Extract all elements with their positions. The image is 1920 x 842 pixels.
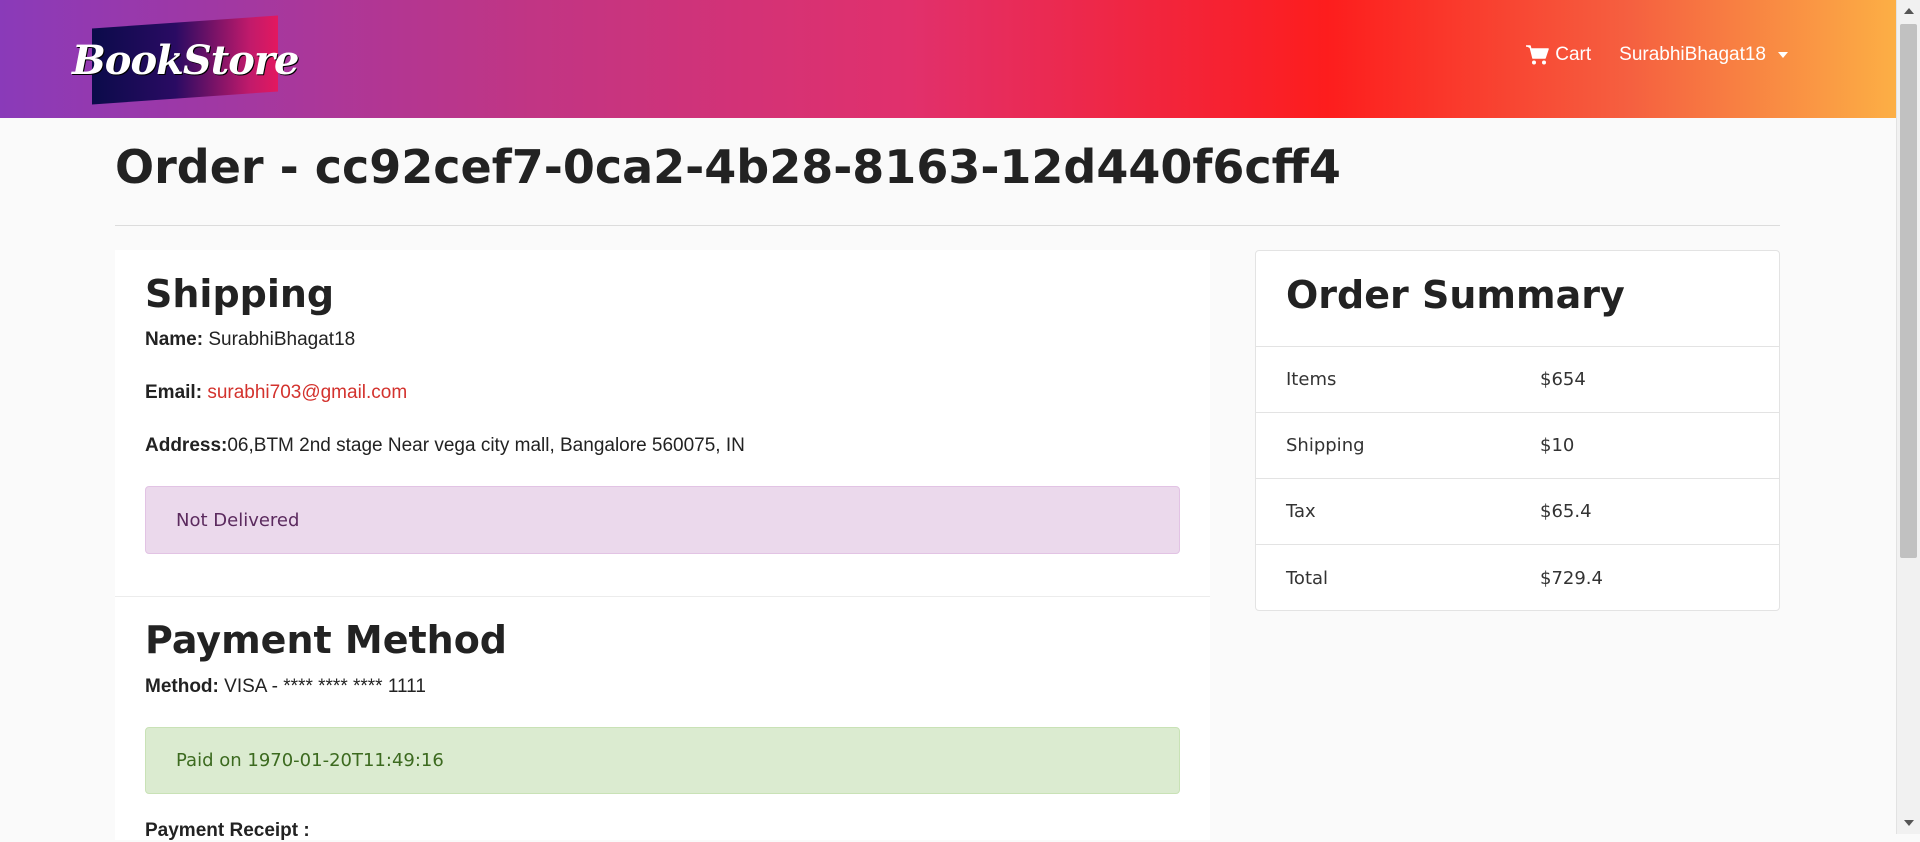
- order-summary-card: Order Summary Items $654 Shipping $10 Ta…: [1255, 250, 1780, 611]
- paid-status-alert: Paid on 1970-01-20T11:49:16: [145, 727, 1180, 794]
- summary-row-shipping: Shipping $10: [1256, 413, 1779, 479]
- summary-label: Items: [1286, 369, 1337, 390]
- email-label: Email:: [145, 382, 203, 403]
- order-details-card: Shipping Name: SurabhiBhagat18 Email: su…: [115, 250, 1210, 842]
- shipping-name: Name: SurabhiBhagat18: [145, 329, 355, 351]
- scrollbar-thumb[interactable]: [1900, 24, 1917, 558]
- address-value: 06,BTM 2nd stage Near vega city mall, Ba…: [227, 435, 745, 456]
- shipping-email: Email: surabhi703@gmail.com: [145, 382, 407, 404]
- summary-value: $729.4: [1540, 567, 1603, 589]
- summary-label: Total: [1286, 567, 1329, 589]
- summary-label: Shipping: [1286, 435, 1365, 456]
- summary-value: $65.4: [1540, 501, 1592, 522]
- address-label: Address:: [145, 435, 228, 456]
- name-label: Name:: [145, 329, 204, 350]
- section-divider: [115, 596, 1210, 597]
- method-value: VISA - **** **** **** 1111: [224, 676, 426, 697]
- paid-status-text: Paid on 1970-01-20T11:49:16: [176, 750, 444, 771]
- brand-name: BookStore: [71, 36, 299, 84]
- cart-label: Cart: [1555, 44, 1592, 65]
- summary-row-items: Items $654: [1256, 347, 1779, 413]
- delivery-status-alert: Not Delivered: [145, 486, 1180, 554]
- summary-value: $10: [1540, 435, 1575, 456]
- name-value: SurabhiBhagat18: [208, 329, 356, 350]
- payment-receipt: Payment Receipt :: [145, 820, 310, 842]
- scroll-down-arrow-icon[interactable]: [1904, 820, 1914, 826]
- payment-heading: Payment Method: [145, 618, 508, 662]
- order-summary-header: Order Summary: [1256, 251, 1779, 347]
- cart-link[interactable]: Cart: [1525, 44, 1591, 66]
- summary-row-tax: Tax $65.4: [1256, 479, 1779, 545]
- receipt-label: Payment Receipt :: [145, 820, 310, 841]
- chevron-down-icon: [1778, 52, 1788, 58]
- shipping-address: Address:06,BTM 2nd stage Near vega city …: [145, 435, 745, 457]
- brand-logo[interactable]: BookStore: [72, 15, 298, 105]
- shopping-cart-icon: [1526, 45, 1550, 65]
- email-link[interactable]: surabhi703@gmail.com: [207, 382, 407, 403]
- user-dropdown[interactable]: SurabhiBhagat18: [1619, 44, 1788, 66]
- order-summary-heading: Order Summary: [1286, 273, 1625, 317]
- page-scrollbar[interactable]: [1896, 0, 1920, 834]
- summary-row-total: Total $729.4: [1256, 545, 1779, 611]
- navbar: BookStore Cart SurabhiBhagat18: [0, 0, 1896, 118]
- delivery-status-text: Not Delivered: [176, 509, 300, 531]
- scroll-up-arrow-icon[interactable]: [1904, 8, 1914, 14]
- method-label: Method:: [145, 676, 219, 697]
- user-name-label: SurabhiBhagat18: [1619, 44, 1766, 65]
- payment-method: Method: VISA - **** **** **** 1111: [145, 676, 426, 698]
- nav-right: Cart SurabhiBhagat18: [1525, 44, 1788, 66]
- page-title: Order - cc92cef7-0ca2-4b28-8163-12d440f6…: [115, 140, 1341, 194]
- summary-label: Tax: [1286, 501, 1316, 522]
- title-divider: [115, 225, 1780, 226]
- summary-value: $654: [1540, 369, 1586, 390]
- shipping-heading: Shipping: [145, 272, 335, 316]
